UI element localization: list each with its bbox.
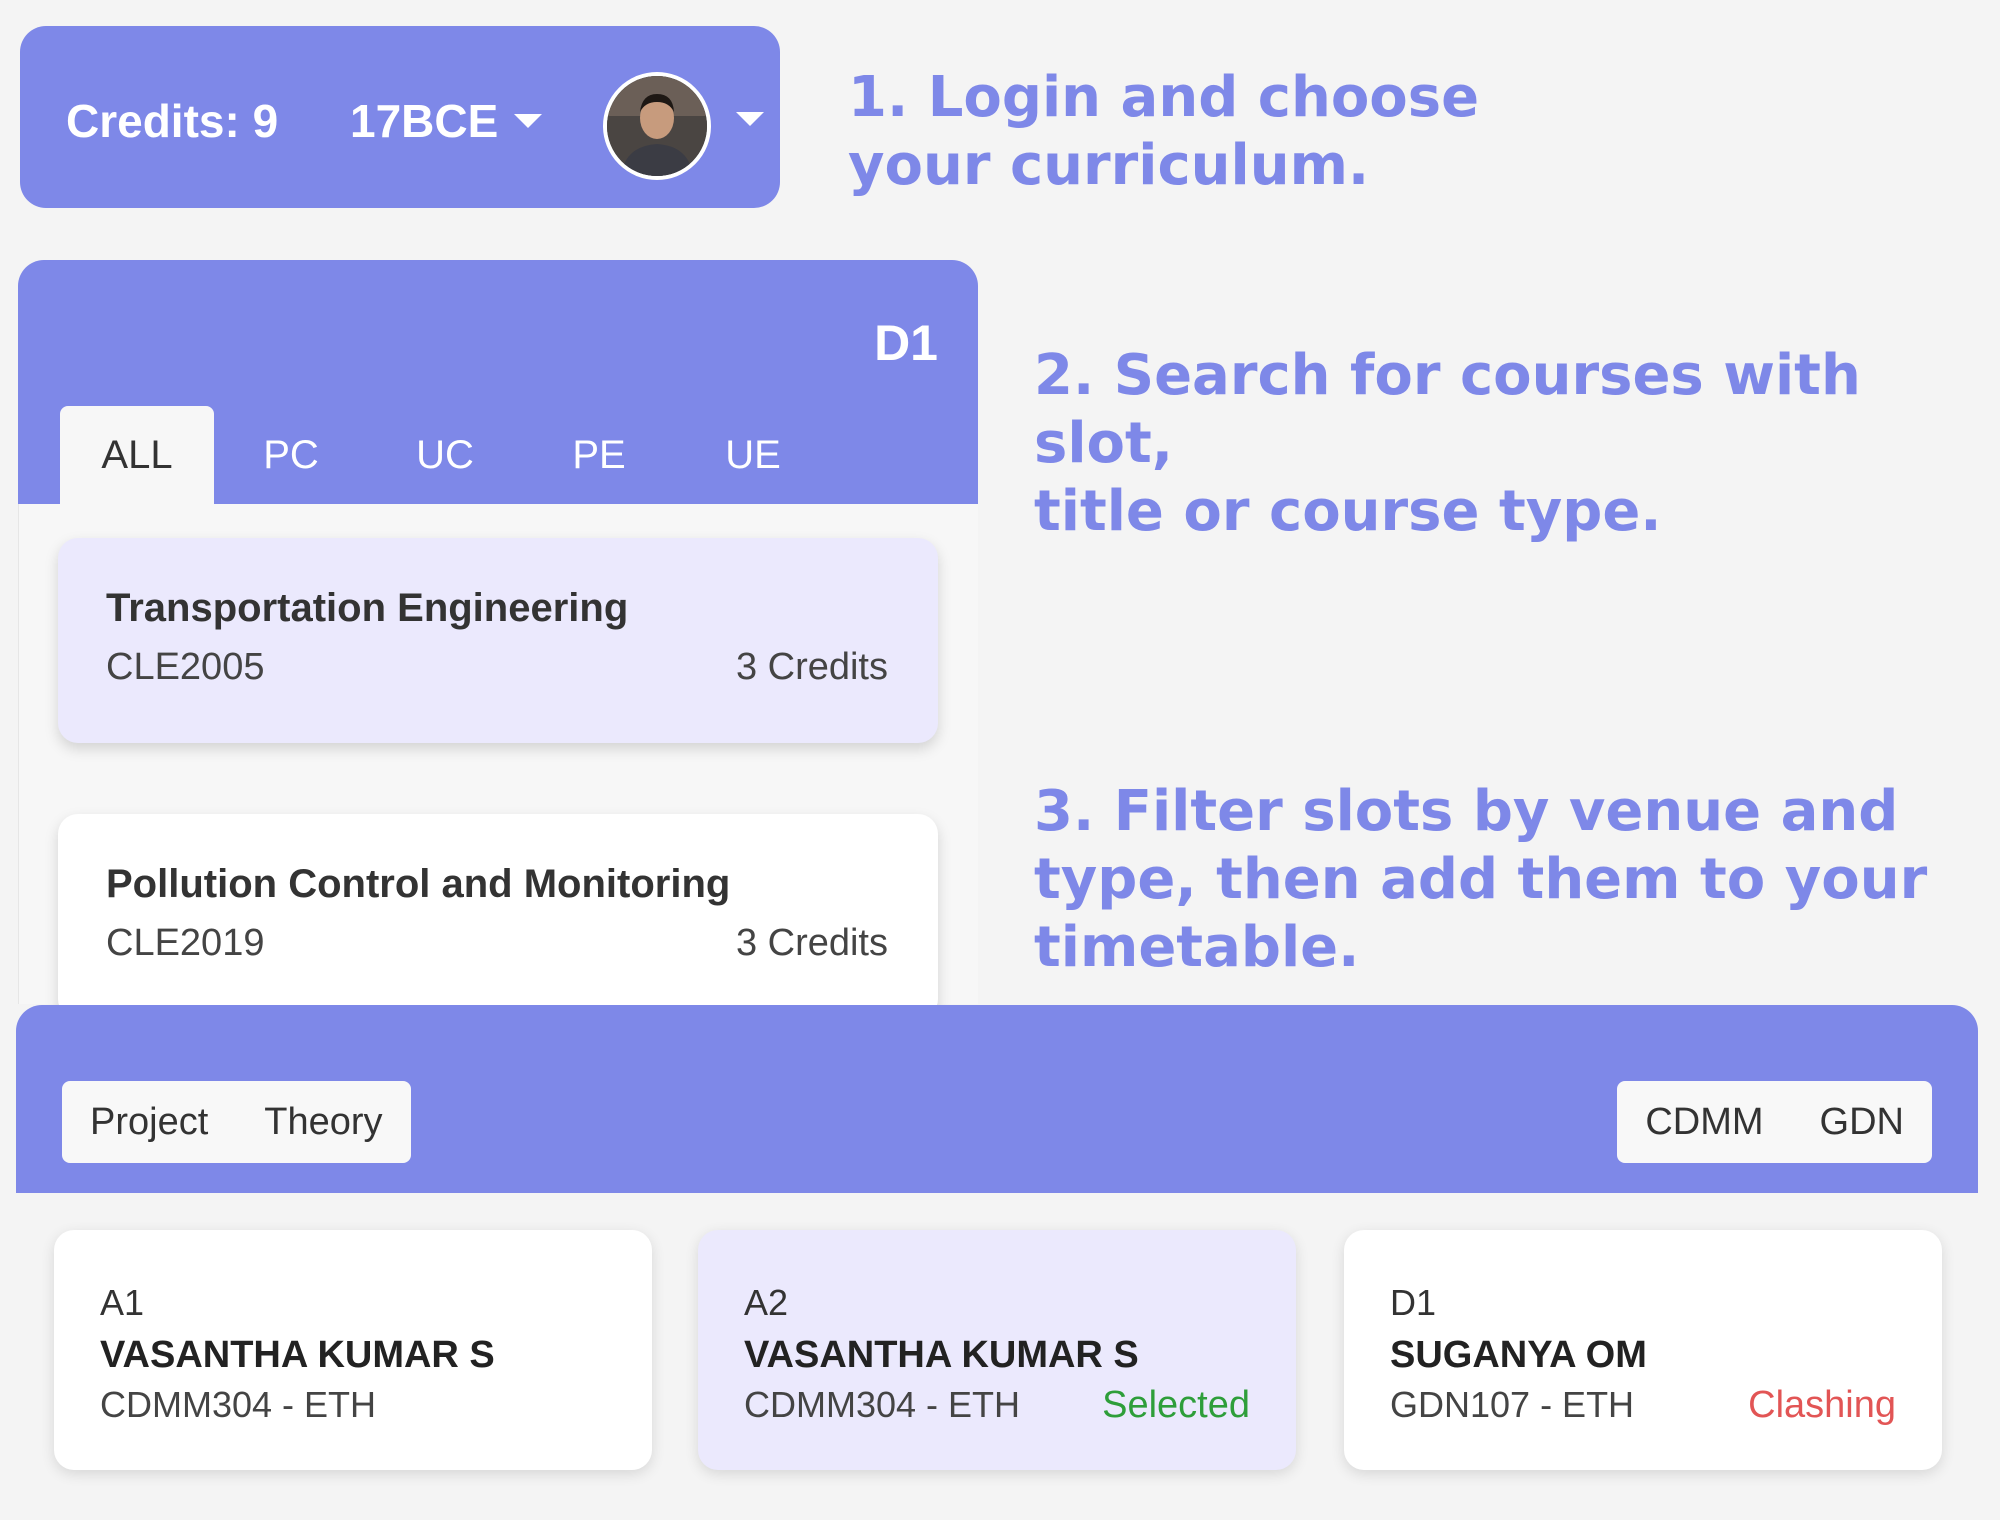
- faculty-name: VASANTHA KUMAR S: [744, 1334, 1139, 1376]
- step-2-line-1: 2. Search for courses with slot,: [1034, 343, 1861, 476]
- tab-ue[interactable]: UE: [676, 406, 830, 504]
- filter-project[interactable]: Project: [90, 1101, 208, 1144]
- tab-all[interactable]: ALL: [60, 406, 214, 504]
- status-badge: Clashing: [1748, 1384, 1896, 1426]
- step-1-caption: 1. Login and choose your curriculum.: [848, 64, 1479, 200]
- slot-code: D1: [1390, 1282, 1437, 1323]
- filter-theory[interactable]: Theory: [264, 1101, 382, 1144]
- course-title: Pollution Control and Monitoring: [106, 862, 731, 906]
- step-3-caption: 3. Filter slots by venue and type, then …: [1034, 778, 1927, 982]
- curriculum-dropdown[interactable]: 17BCE: [350, 94, 543, 148]
- tab-pe[interactable]: PE: [522, 406, 676, 504]
- filter-cdmm[interactable]: CDMM: [1645, 1101, 1763, 1144]
- venue-filter-group: CDMM GDN: [1617, 1081, 1932, 1163]
- account-chevron-down-icon[interactable]: [736, 112, 764, 126]
- faculty-name: SUGANYA OM: [1390, 1334, 1647, 1376]
- step-3-line-3: timetable.: [1034, 915, 1360, 980]
- course-credits: 3 Credits: [735, 646, 888, 688]
- slot-code: A2: [744, 1282, 789, 1323]
- course-type-tabs: ALL PC UC PE UE: [60, 406, 830, 504]
- tab-uc[interactable]: UC: [368, 406, 522, 504]
- step-3-line-2: type, then add them to your: [1034, 847, 1928, 912]
- type-filter-group: Project Theory: [62, 1081, 411, 1163]
- course-code: CLE2019: [106, 922, 265, 964]
- tab-pc[interactable]: PC: [214, 406, 368, 504]
- faculty-name: VASANTHA KUMAR S: [100, 1334, 495, 1376]
- credits-counter: Credits: 9: [66, 95, 279, 147]
- step-2-caption: 2. Search for courses with slot, title o…: [1034, 342, 2000, 546]
- course-credits: 3 Credits: [735, 922, 888, 964]
- step-2-line-2: title or course type.: [1034, 479, 1662, 544]
- filter-gdn[interactable]: GDN: [1820, 1101, 1904, 1144]
- avatar[interactable]: [603, 72, 711, 180]
- slot-card[interactable]: D1 SUGANYA OM GDN107 - ETH Clashing: [1344, 1230, 1942, 1470]
- curriculum-label: 17BCE: [350, 95, 499, 147]
- course-code: CLE2005: [106, 646, 265, 688]
- slot-venue: CDMM304 - ETH: [100, 1384, 377, 1425]
- step-3-line-1: 3. Filter slots by venue and: [1034, 779, 1899, 844]
- course-title: Transportation Engineering: [106, 586, 629, 630]
- step-1-line-2: your curriculum.: [848, 133, 1370, 198]
- slot-code: A1: [100, 1282, 145, 1323]
- slot-card[interactable]: A1 VASANTHA KUMAR S CDMM304 - ETH: [54, 1230, 652, 1470]
- user-avatar-icon: [607, 76, 707, 176]
- step-1-line-1: 1. Login and choose: [848, 65, 1480, 130]
- status-badge: Selected: [1102, 1384, 1250, 1426]
- slot-venue: CDMM304 - ETH: [744, 1384, 1021, 1425]
- chevron-down-icon: [514, 114, 543, 128]
- slot-filter-header: Project Theory CDMM GDN: [16, 1005, 1978, 1193]
- course-card[interactable]: Transportation Engineering CLE2005 3 Cre…: [58, 538, 938, 743]
- top-bar: Credits: 9 17BCE: [20, 26, 780, 208]
- course-search-header: D1 ALL PC UC PE UE: [18, 260, 978, 504]
- slot-venue: GDN107 - ETH: [1390, 1384, 1635, 1425]
- slot-card[interactable]: A2 VASANTHA KUMAR S CDMM304 - ETH Select…: [698, 1230, 1296, 1470]
- course-card[interactable]: Pollution Control and Monitoring CLE2019…: [58, 814, 938, 1019]
- slot-label: D1: [874, 315, 938, 371]
